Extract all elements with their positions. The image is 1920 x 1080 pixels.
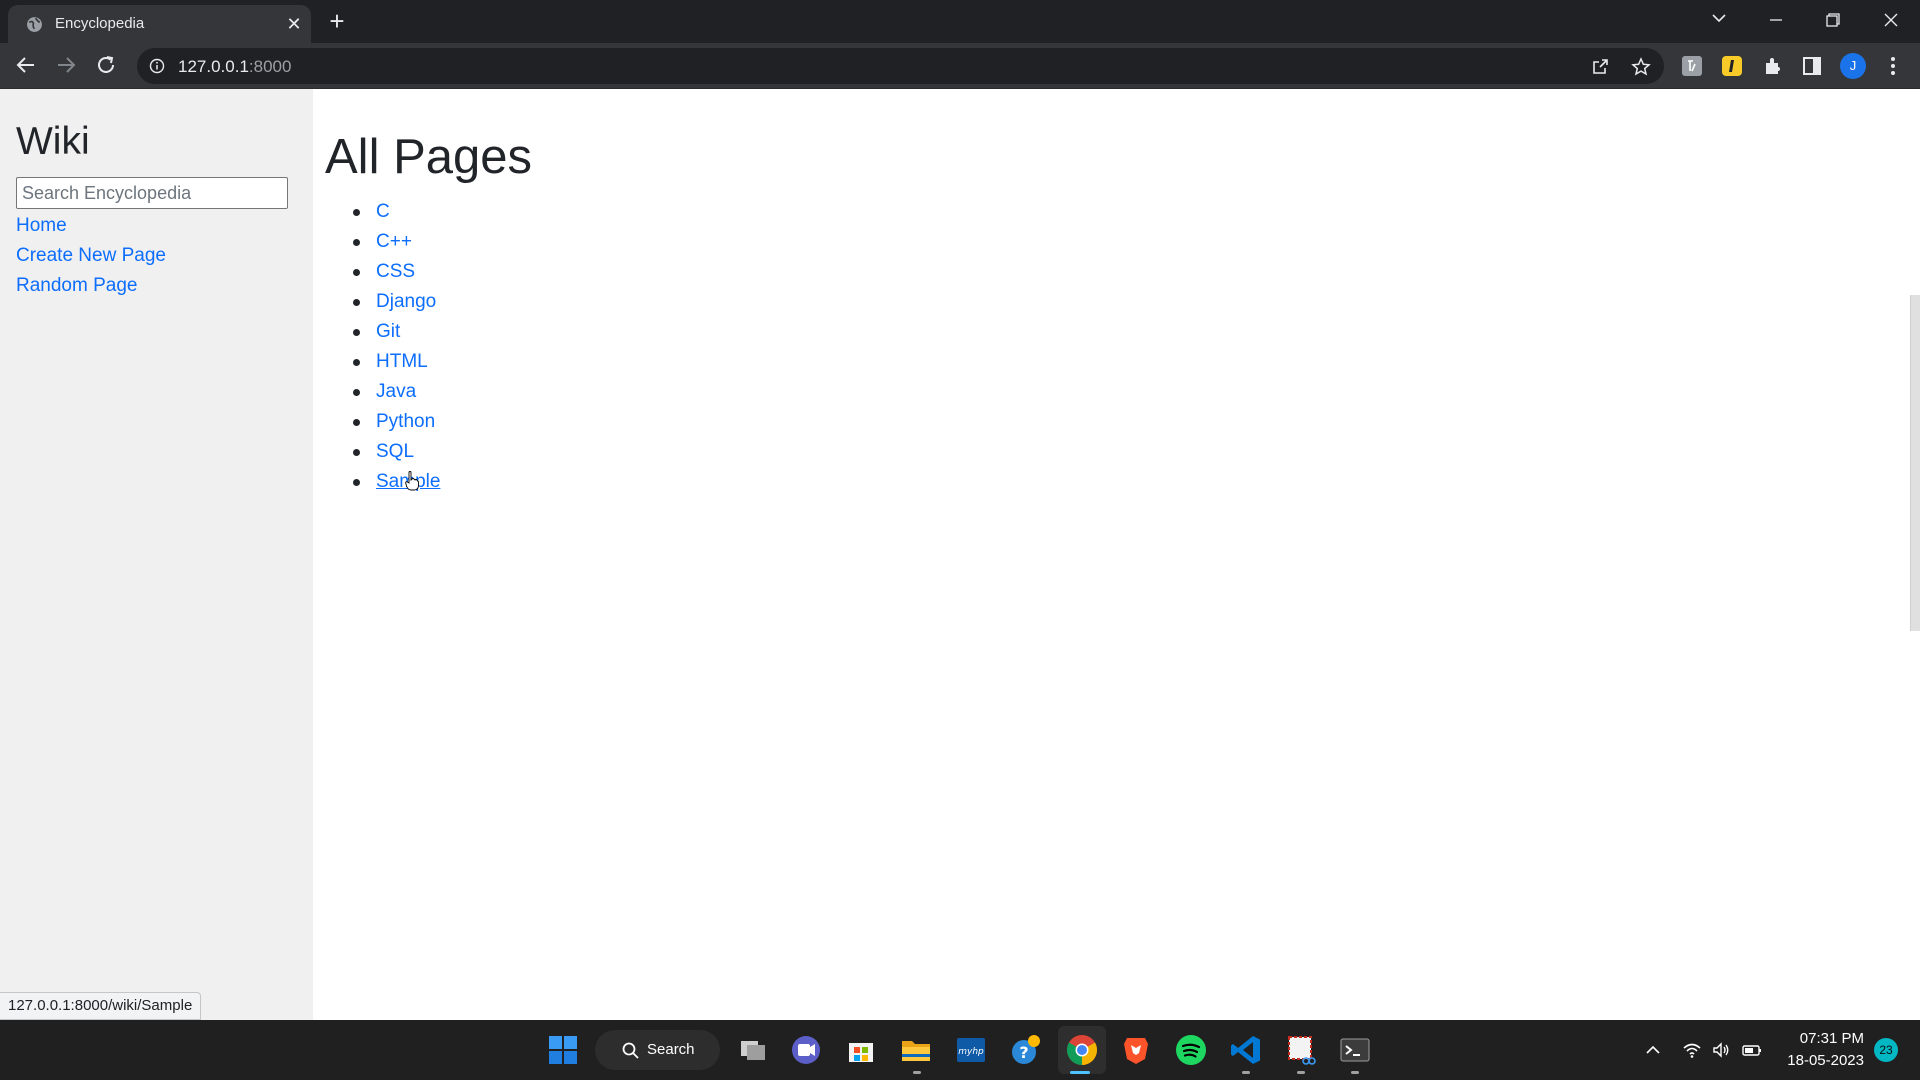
bookmark-star-icon[interactable]	[1631, 57, 1651, 77]
search-icon	[622, 1042, 639, 1059]
minimize-button[interactable]	[1759, 6, 1793, 34]
forward-button[interactable]	[54, 53, 82, 79]
battery-icon[interactable]	[1742, 1040, 1762, 1060]
wiki-title: Wiki	[16, 120, 90, 163]
search-input[interactable]	[16, 177, 288, 209]
extension-yellow-icon[interactable]	[1721, 55, 1743, 77]
brave-icon[interactable]	[1119, 1033, 1153, 1067]
link-status-bubble: 127.0.0.1:8000/wiki/Sample	[0, 992, 202, 1020]
list-item: Sample	[353, 467, 440, 497]
chrome-icon[interactable]	[1065, 1033, 1099, 1067]
page-link-cpp[interactable]: C++	[376, 231, 412, 252]
file-explorer-icon[interactable]	[899, 1033, 933, 1067]
sidebar: Wiki Home Create New Page Random Page	[0, 89, 313, 1020]
taskbar-search-label: Search	[647, 1041, 695, 1058]
close-tab-icon[interactable]: ✕	[283, 13, 305, 35]
create-new-page-link[interactable]: Create New Page	[16, 245, 166, 267]
browser-tab[interactable]: Encyclopedia ✕	[8, 5, 311, 43]
extensions-puzzle-icon[interactable]	[1762, 55, 1784, 77]
url-text: 127.0.0.1:8000	[178, 57, 291, 77]
wifi-icon[interactable]	[1682, 1040, 1702, 1060]
page-link-c[interactable]: C	[376, 201, 390, 222]
notification-badge[interactable]: 23	[1874, 1038, 1898, 1062]
globe-icon	[27, 17, 42, 32]
list-item: Django	[353, 287, 440, 317]
chevron-up-icon[interactable]	[1643, 1040, 1663, 1060]
taskbar-search-button[interactable]: Search	[595, 1030, 720, 1070]
task-view-icon[interactable]	[736, 1033, 770, 1067]
main-content: All Pages C C++ CSS Django Git HTML Java…	[313, 89, 1920, 1020]
list-item: C++	[353, 227, 440, 257]
url-host: 127.0.0.1	[178, 57, 249, 76]
back-button[interactable]	[14, 53, 42, 79]
hand-cursor-icon	[405, 471, 419, 491]
page-link-java[interactable]: Java	[376, 381, 416, 402]
list-item: Python	[353, 407, 440, 437]
url-port: :8000	[248, 57, 292, 76]
taskbar: Search myhp ? 07:31 PM 18-05-2023 23	[0, 1020, 1920, 1080]
vscode-icon[interactable]	[1229, 1033, 1263, 1067]
address-bar[interactable]: 127.0.0.1:8000	[137, 48, 1664, 84]
scrollbar-thumb[interactable]	[1910, 295, 1920, 631]
list-item: C	[353, 197, 440, 227]
profile-avatar[interactable]: J	[1840, 53, 1866, 79]
info-icon[interactable]	[149, 58, 165, 74]
clock-time[interactable]: 07:31 PM	[1799, 1030, 1864, 1047]
browser-toolbar: 127.0.0.1:8000 J	[0, 43, 1920, 89]
list-item: SQL	[353, 437, 440, 467]
reload-button[interactable]	[94, 53, 122, 79]
page-link-sql[interactable]: SQL	[376, 441, 414, 462]
menu-kebab-icon[interactable]	[1882, 55, 1904, 77]
tab-search-icon[interactable]	[1702, 6, 1736, 34]
terminal-running-indicator	[1351, 1071, 1359, 1074]
chrome-active-indicator	[1070, 1071, 1090, 1074]
file-explorer-running-indicator	[913, 1071, 921, 1074]
extension-app-icon[interactable]	[1681, 55, 1703, 77]
vscode-running-indicator	[1242, 1071, 1250, 1074]
list-item: Java	[353, 377, 440, 407]
restore-button[interactable]	[1816, 6, 1850, 34]
close-window-button[interactable]	[1874, 6, 1908, 34]
page-link-html[interactable]: HTML	[376, 351, 428, 372]
page-link-css[interactable]: CSS	[376, 261, 415, 282]
page-title: All Pages	[325, 130, 533, 184]
side-panel-icon[interactable]	[1801, 55, 1823, 77]
volume-icon[interactable]	[1711, 1040, 1731, 1060]
microsoft-store-icon[interactable]	[844, 1033, 878, 1067]
share-icon[interactable]	[1590, 57, 1610, 77]
new-tab-button[interactable]: +	[324, 8, 350, 35]
web-page: Wiki Home Create New Page Random Page Al…	[0, 89, 1920, 1020]
list-item: HTML	[353, 347, 440, 377]
clock-date[interactable]: 18-05-2023	[1779, 1052, 1864, 1069]
home-link[interactable]: Home	[16, 215, 67, 237]
tab-strip: Encyclopedia ✕ +	[0, 0, 1920, 43]
spotify-icon[interactable]	[1174, 1033, 1208, 1067]
page-link-django[interactable]: Django	[376, 291, 436, 312]
svg-text:myhp: myhp	[958, 1047, 984, 1057]
page-link-python[interactable]: Python	[376, 411, 435, 432]
terminal-icon[interactable]	[1338, 1033, 1372, 1067]
list-item: Git	[353, 317, 440, 347]
random-page-link[interactable]: Random Page	[16, 275, 137, 297]
snipping-tool-icon[interactable]	[1284, 1033, 1318, 1067]
myhp-icon[interactable]: myhp	[954, 1033, 988, 1067]
snipping-running-indicator	[1297, 1071, 1305, 1074]
tab-title: Encyclopedia	[55, 15, 145, 32]
page-link-git[interactable]: Git	[376, 321, 400, 342]
pages-list: C C++ CSS Django Git HTML Java Python SQ…	[353, 197, 440, 497]
windows-start-icon[interactable]	[546, 1033, 580, 1067]
get-help-icon[interactable]: ?	[1009, 1033, 1043, 1067]
list-item: CSS	[353, 257, 440, 287]
svg-text:?: ?	[1019, 1043, 1028, 1062]
teams-chat-icon[interactable]	[789, 1033, 823, 1067]
